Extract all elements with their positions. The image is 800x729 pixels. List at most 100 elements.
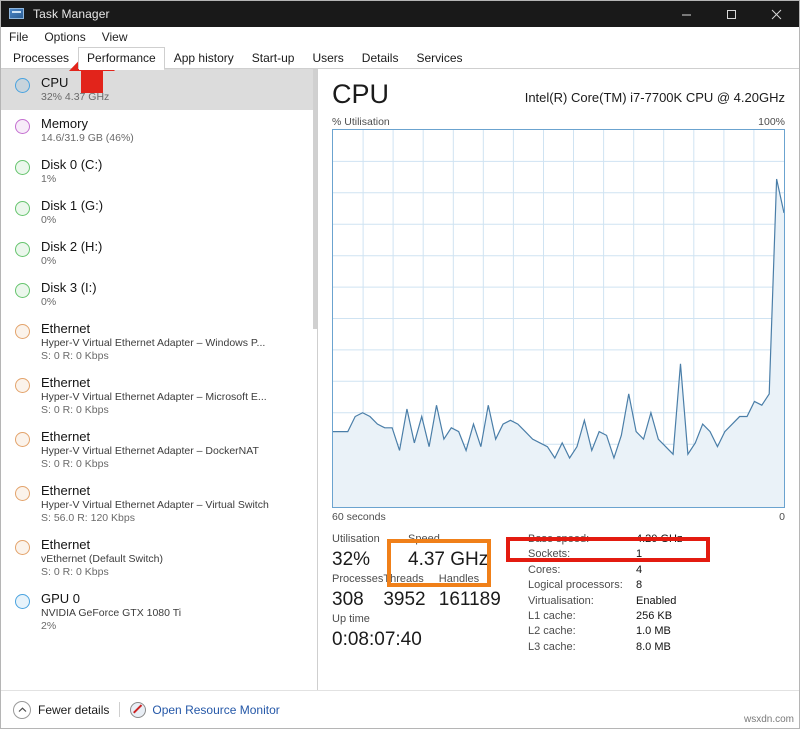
maximize-icon[interactable] — [709, 1, 754, 27]
resource-indicator-icon — [15, 486, 30, 501]
window-controls — [664, 1, 799, 27]
detail-value: 4.20 GHz — [636, 532, 682, 547]
detail-row: Sockets:1 — [528, 547, 785, 562]
sidebar-item-label: CPU — [41, 75, 309, 91]
detail-value: 8 — [636, 578, 642, 593]
sidebar-item-stat: S: 0 R: 0 Kbps — [41, 458, 309, 471]
sidebar-item-text: EthernetHyper-V Virtual Ethernet Adapter… — [41, 429, 317, 471]
stat-uptime: Up time 0:08:07:40 — [332, 612, 412, 652]
detail-label: L1 cache: — [528, 609, 636, 624]
sidebar-item-stat: 0% — [41, 296, 309, 309]
sidebar-item-text: EthernetvEthernet (Default Switch)S: 0 R… — [41, 537, 317, 579]
sidebar-item-disk-2-h-4[interactable]: Disk 2 (H:)0% — [1, 233, 317, 274]
sidebar-item-subtitle: Hyper-V Virtual Ethernet Adapter – Virtu… — [41, 499, 309, 512]
detail-label: Virtualisation: — [528, 594, 636, 609]
tab-users[interactable]: Users — [303, 47, 352, 69]
stats-row-counts: Processes 308 Threads 3952 Handles 16118… — [332, 572, 504, 612]
resource-indicator-icon — [15, 119, 30, 134]
sidebar-item-cpu-0[interactable]: CPU32% 4.37 GHz — [1, 69, 317, 110]
graph-y-axis: % Utilisation 100% — [332, 116, 785, 128]
sidebar-item-text: Memory14.6/31.9 GB (46%) — [41, 116, 317, 145]
processes-value: 308 — [332, 587, 383, 612]
detail-value: 256 KB — [636, 609, 672, 624]
tab-performance[interactable]: Performance — [78, 47, 165, 69]
sidebar-item-subtitle: Hyper-V Virtual Ethernet Adapter – Micro… — [41, 391, 309, 404]
tab-services[interactable]: Services — [407, 47, 471, 69]
sidebar-item-stat: S: 0 R: 0 Kbps — [41, 350, 309, 363]
stat-threads: Threads 3952 — [383, 572, 438, 612]
detail-label: L2 cache: — [528, 624, 636, 639]
detail-label: Sockets: — [528, 547, 636, 562]
sidebar-item-memory-1[interactable]: Memory14.6/31.9 GB (46%) — [1, 110, 317, 151]
resource-list: CPU32% 4.37 GHz Memory14.6/31.9 GB (46%) D… — [1, 69, 317, 691]
sidebar-item-subtitle: vEthernet (Default Switch) — [41, 553, 309, 566]
footer-separator — [119, 702, 120, 717]
detail-row: L1 cache:256 KB — [528, 609, 785, 624]
sidebar-scrollbar[interactable] — [313, 69, 317, 691]
menu-item-file[interactable]: File — [9, 30, 28, 44]
sidebar-item-text: Disk 0 (C:)1% — [41, 157, 317, 186]
detail-value: 4 — [636, 563, 642, 578]
menu-bar: File Options View — [1, 27, 799, 47]
title-bar: Task Manager — [1, 1, 799, 27]
sidebar-item-label: Disk 0 (C:) — [41, 157, 309, 173]
sidebar-item-label: GPU 0 — [41, 591, 309, 607]
resource-indicator-icon — [15, 540, 30, 555]
close-icon[interactable] — [754, 1, 799, 27]
sidebar-item-text: GPU 0NVIDIA GeForce GTX 1080 Ti2% — [41, 591, 317, 633]
sidebar-item-ethernet-8[interactable]: EthernetHyper-V Virtual Ethernet Adapter… — [1, 423, 317, 477]
detail-label: Base speed: — [528, 532, 636, 547]
speed-label: Speed — [408, 532, 501, 547]
sidebar-item-label: Ethernet — [41, 537, 309, 553]
tab-startup[interactable]: Start-up — [243, 47, 304, 69]
tab-app-history[interactable]: App history — [165, 47, 243, 69]
detail-value: 8.0 MB — [636, 640, 671, 655]
sidebar-item-label: Ethernet — [41, 483, 309, 499]
fewer-details-button[interactable]: Fewer details — [13, 701, 109, 719]
detail-value: 1.0 MB — [636, 624, 671, 639]
fewer-details-label: Fewer details — [38, 703, 109, 717]
uptime-label: Up time — [332, 612, 412, 627]
minimize-icon[interactable] — [664, 1, 709, 27]
cpu-panel-header: CPU Intel(R) Core(TM) i7-7700K CPU @ 4.2… — [332, 69, 785, 109]
sidebar-item-stat: 32% 4.37 GHz — [41, 91, 309, 104]
sidebar-item-label: Disk 1 (G:) — [41, 198, 309, 214]
menu-item-options[interactable]: Options — [44, 30, 85, 44]
stat-processes: Processes 308 — [332, 572, 383, 612]
tab-details[interactable]: Details — [353, 47, 408, 69]
sidebar-item-gpu-0-11[interactable]: GPU 0NVIDIA GeForce GTX 1080 Ti2% — [1, 585, 317, 639]
resource-indicator-icon — [15, 594, 30, 609]
x-axis-right: 0 — [779, 511, 785, 523]
detail-label: L3 cache: — [528, 640, 636, 655]
cpu-stats-left: Utilisation 32% Processes 308 Threads 39… — [332, 532, 504, 655]
sidebar-item-ethernet-7[interactable]: EthernetHyper-V Virtual Ethernet Adapter… — [1, 369, 317, 423]
sidebar-item-disk-1-g-3[interactable]: Disk 1 (G:)0% — [1, 192, 317, 233]
detail-value: 1 — [636, 547, 642, 562]
graph-x-axis: 60 seconds 0 — [332, 511, 785, 523]
cpu-details-list: Base speed:4.20 GHzSockets:1Cores:4Logic… — [504, 532, 785, 655]
y-axis-label: % Utilisation — [332, 116, 390, 128]
open-resource-monitor-link[interactable]: Open Resource Monitor — [130, 702, 279, 718]
utilisation-value: 32% — [332, 547, 395, 572]
sidebar-item-stat: S: 0 R: 0 Kbps — [41, 404, 309, 417]
resource-indicator-icon — [15, 160, 30, 175]
resource-indicator-icon — [15, 201, 30, 216]
sidebar-item-text: EthernetHyper-V Virtual Ethernet Adapter… — [41, 375, 317, 417]
sidebar-item-stat: 2% — [41, 620, 309, 633]
cpu-graph-svg — [333, 130, 784, 507]
resource-indicator-icon — [15, 378, 30, 393]
sidebar-scrollbar-thumb[interactable] — [313, 69, 317, 329]
sidebar-item-stat: S: 0 R: 0 Kbps — [41, 566, 309, 579]
uptime-value: 0:08:07:40 — [332, 627, 412, 652]
menu-item-view[interactable]: View — [102, 30, 128, 44]
cpu-model: Intel(R) Core(TM) i7-7700K CPU @ 4.20GHz — [525, 90, 785, 109]
sidebar-item-label: Ethernet — [41, 429, 309, 445]
detail-row: L2 cache:1.0 MB — [528, 624, 785, 639]
sidebar-item-disk-3-i-5[interactable]: Disk 3 (I:)0% — [1, 274, 317, 315]
tab-processes[interactable]: Processes — [4, 47, 78, 69]
sidebar-item-ethernet-6[interactable]: EthernetHyper-V Virtual Ethernet Adapter… — [1, 315, 317, 369]
sidebar-item-disk-0-c-2[interactable]: Disk 0 (C:)1% — [1, 151, 317, 192]
sidebar-item-ethernet-9[interactable]: EthernetHyper-V Virtual Ethernet Adapter… — [1, 477, 317, 531]
sidebar-item-ethernet-10[interactable]: EthernetvEthernet (Default Switch)S: 0 R… — [1, 531, 317, 585]
sidebar-item-subtitle: Hyper-V Virtual Ethernet Adapter – Docke… — [41, 445, 309, 458]
